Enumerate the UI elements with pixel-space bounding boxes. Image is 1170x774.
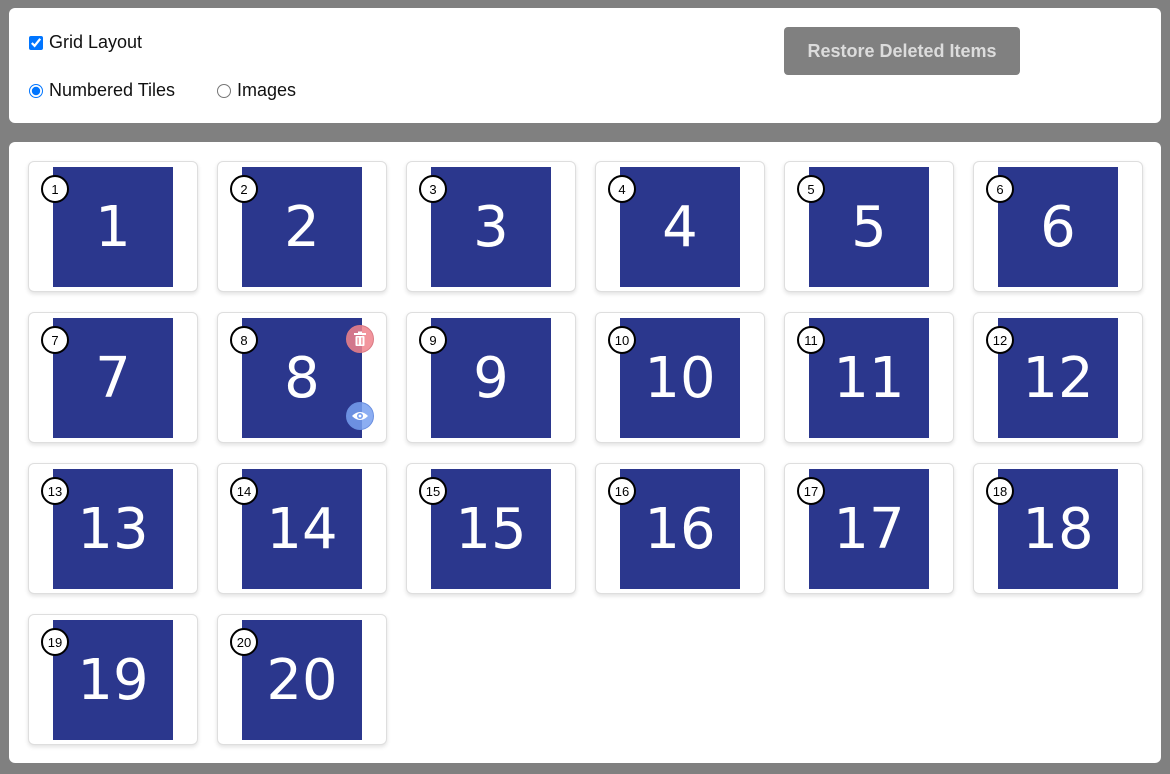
images-label: Images [237,80,297,100]
tile-number: 12 [998,318,1118,438]
tile-17[interactable]: 17 17 [784,463,954,594]
tile-index-badge: 8 [230,326,258,354]
tile-index-badge: 10 [608,326,636,354]
tile-19[interactable]: 19 19 [28,614,198,745]
tile-4[interactable]: 44 [595,161,765,292]
grid-layout-option[interactable]: Grid Layout [29,32,142,53]
tile-grid-panel: 1 1 2 2 3 3 4 4 5 5 6 6 7 7 8 8 9 9 10 10 11 11 12 12 13 13 14 14 15… [9,142,1161,763]
tile-13[interactable]: 13 13 [28,463,198,594]
tile-index-badge: 11 [797,326,825,354]
tile-number: 7 [53,318,173,438]
tile-index-badge: 13 [41,477,69,505]
tile-index-badge: 7 [41,326,69,354]
tile-number: 2 [242,167,362,287]
tile-index-badge: 17 [797,477,825,505]
controls-panel: Grid Layout Numbered Tiles Images Restor… [9,8,1161,123]
tile-index-badge: 18 [986,477,1014,505]
tile-index-badge: 6 [986,175,1014,203]
tile-number: 17 [809,469,929,589]
tile-3[interactable]: 33 [406,161,576,292]
tile-number: 13 [53,469,173,589]
tile-index-badge: 1 [41,175,69,203]
tile-10[interactable]: 10 10 [595,312,765,443]
tile-number: 15 [431,469,551,589]
tile-number: 3 [431,167,551,287]
tile-index-badge: 15 [419,477,447,505]
tile-index-badge: 3 [419,175,447,203]
numbered-tiles-label: Numbered Tiles [49,80,176,100]
tile-number: 20 [242,620,362,740]
tile-9[interactable]: 99 [406,312,576,443]
tile-number: 10 [620,318,740,438]
eye-icon [351,410,369,422]
restore-deleted-button[interactable]: Restore Deleted Items [784,27,1020,75]
images-radio[interactable] [217,83,231,98]
tile-number: 11 [809,318,929,438]
tile-14[interactable]: 14 14 [217,463,387,594]
tile-2[interactable]: 22 [217,161,387,292]
tile-15[interactable]: 15 15 [406,463,576,594]
tile-20[interactable]: 20 20 [217,614,387,745]
tile-number: 18 [998,469,1118,589]
tile-18[interactable]: 18 18 [973,463,1143,594]
tile-number: 9 [431,318,551,438]
tile-number: 1 [53,167,173,287]
tile-5[interactable]: 55 [784,161,954,292]
tile-number: 5 [809,167,929,287]
images-option[interactable]: Images [217,80,296,101]
trash-icon [353,331,367,347]
tile-number: 16 [620,469,740,589]
tile-16[interactable]: 16 16 [595,463,765,594]
tile-number: 6 [998,167,1118,287]
tile-index-badge: 4 [608,175,636,203]
numbered-tiles-radio[interactable] [29,83,43,98]
tile-1[interactable]: 11 [28,161,198,292]
tile-number: 8 [242,318,362,438]
tile-7[interactable]: 77 [28,312,198,443]
tile-index-badge: 5 [797,175,825,203]
grid-layout-checkbox[interactable] [29,35,43,50]
tile-number: 14 [242,469,362,589]
tile-index-badge: 12 [986,326,1014,354]
numbered-tiles-option[interactable]: Numbered Tiles [29,80,175,101]
tile-index-badge: 19 [41,628,69,656]
tile-grid: 1 1 2 2 3 3 4 4 5 5 6 6 7 7 8 8 9 9 10 10 11 11 12 12 13 13 14 14 15… [28,161,1143,745]
tile-index-badge: 16 [608,477,636,505]
tile-index-badge: 20 [230,628,258,656]
tile-11[interactable]: 11 11 [784,312,954,443]
tile-12[interactable]: 12 12 [973,312,1143,443]
grid-layout-label: Grid Layout [49,32,143,52]
tile-number: 19 [53,620,173,740]
view-tile-button[interactable] [346,402,374,430]
tile-index-badge: 2 [230,175,258,203]
tile-number: 4 [620,167,740,287]
tile-6[interactable]: 66 [973,161,1143,292]
tile-8[interactable]: 88 [217,312,387,443]
delete-tile-button[interactable] [346,325,374,353]
tile-index-badge: 14 [230,477,258,505]
tile-index-badge: 9 [419,326,447,354]
